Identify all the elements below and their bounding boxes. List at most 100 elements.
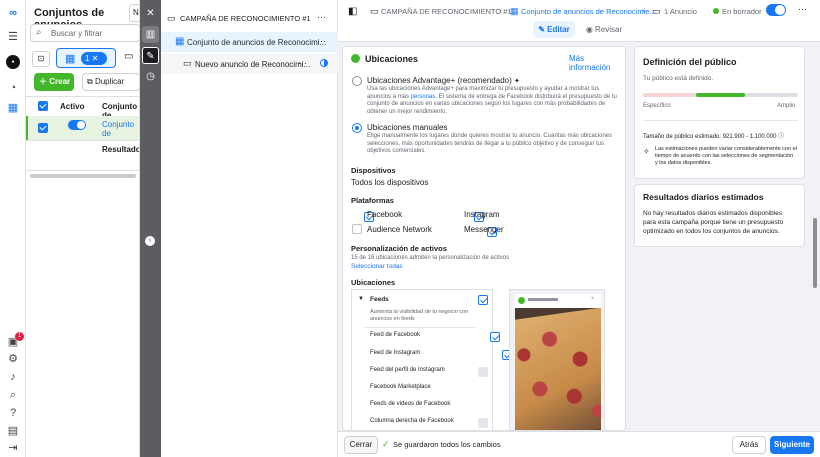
report-icon[interactable]: ▤: [6, 424, 20, 438]
feed-item-checkbox[interactable]: [490, 332, 501, 342]
feeds-desc: Aumenta la visibilidad de tu negocio con…: [370, 309, 469, 322]
status-half-icon: [320, 59, 328, 67]
feed-item-checkbox[interactable]: [478, 418, 488, 428]
more-options-icon[interactable]: ···: [317, 36, 326, 46]
selected-filter-chip[interactable]: ▦ 1 ✕: [56, 48, 116, 68]
help-icon[interactable]: ?: [6, 406, 20, 420]
left-rail: ∞ ☰ ● ◔ ▦ ▣ 1 ⚙ ♪ ⌕ ? ▤ ⇥: [0, 0, 26, 457]
chevron-right-icon: ›: [642, 6, 645, 15]
history-icon[interactable]: ◷: [142, 68, 159, 85]
collapse-icon[interactable]: ⇥: [6, 441, 20, 455]
review-tab[interactable]: ◉ Revisar: [582, 21, 626, 38]
platform-messenger-label: Messenger: [464, 225, 504, 234]
audience-gauge: [643, 93, 798, 97]
scroll-thumb[interactable]: [813, 218, 817, 288]
vertical-scrollbar[interactable]: [812, 46, 818, 431]
close-icon[interactable]: ✕: [142, 5, 159, 22]
search-icon[interactable]: ⌕: [6, 388, 20, 402]
devices-value[interactable]: Todos los dispositivos: [351, 178, 428, 187]
more-info-link[interactable]: Más información: [569, 54, 625, 72]
sidebar-toggle-icon[interactable]: ◧: [348, 6, 357, 17]
ad-preview[interactable]: ×: [509, 289, 605, 430]
grid-icon: ▦: [510, 6, 519, 16]
grid-icon: ▦: [175, 36, 185, 47]
more-options-icon[interactable]: ···: [317, 12, 326, 22]
create-button[interactable]: ＋ Crear: [34, 73, 74, 91]
platform-facebook-label: Facebook: [367, 210, 403, 219]
folder-icon: ▭: [370, 6, 379, 16]
more-options-icon[interactable]: ···: [298, 58, 307, 68]
view-toggle-button[interactable]: N: [129, 4, 139, 22]
audience-size: Tamaño de público estimado: 921.900 - 1.…: [643, 134, 785, 140]
avatar[interactable]: ●: [6, 55, 20, 69]
table-icon[interactable]: ▦: [6, 101, 20, 115]
placements-list: ▼ Feeds Aumenta la visibilidad de tu neg…: [351, 289, 537, 430]
calendar-icon[interactable]: ▭: [124, 51, 136, 65]
page-name-line: [528, 298, 558, 301]
audience-card: Definición del público Tu público está d…: [634, 46, 805, 179]
row-name-link[interactable]: Conjunto de: [102, 120, 139, 138]
caret-down-icon[interactable]: ▼: [358, 296, 364, 302]
col-active: Activo: [60, 102, 85, 111]
breadcrumb-adset[interactable]: Conjunto de anuncios de Reconocimie...: [521, 7, 656, 16]
feed-item-label: Feed del perfil de Instagram: [370, 367, 445, 373]
back-button[interactable]: Atrás: [732, 436, 766, 454]
campaign-tree: ▭ CAMPAÑA DE RECONOCIMIENTO #1 ··· ▦ Con…: [161, 0, 338, 457]
horizontal-scrollbar[interactable]: [30, 174, 136, 178]
select-all-link[interactable]: Seleccionar todas: [351, 263, 403, 270]
folder-button[interactable]: ⊡: [32, 51, 50, 67]
close-icon: ×: [591, 296, 595, 302]
advantage-radio[interactable]: [352, 76, 362, 86]
settings-icon[interactable]: ⚙: [6, 352, 20, 366]
adsets-panel: Conjuntos de anuncios N ⌕ Buscar y filtr…: [26, 0, 140, 457]
tree-campaign[interactable]: ▭ CAMPAÑA DE RECONOCIMIENTO #1 ···: [161, 10, 338, 28]
menu-icon[interactable]: ☰: [6, 30, 20, 44]
chevron-right-icon: ›: [499, 6, 502, 15]
duplicate-button[interactable]: ⧉ Duplicar: [82, 73, 139, 91]
more-options-icon[interactable]: ···: [798, 4, 807, 14]
preview-image: ×: [515, 294, 601, 430]
feed-item-label: Feed de Instagram: [370, 350, 421, 356]
info-icon[interactable]: ⓘ: [778, 134, 784, 140]
chart-icon[interactable]: ▥: [142, 26, 159, 43]
search-icon: ⌕: [36, 27, 42, 38]
collapse-panel-icon[interactable]: ‹: [145, 236, 155, 246]
platform-instagram-label: Instagram: [464, 210, 500, 219]
fig-tart-image: [515, 306, 601, 430]
ad-icon: ▭: [183, 58, 192, 68]
dashboard-icon[interactable]: ◔: [6, 81, 20, 95]
edit-pencil-icon[interactable]: ✎: [142, 47, 159, 64]
next-button[interactable]: Siguiente: [770, 436, 814, 454]
top-bar: ◧ ▭ CAMPAÑA DE RECONOCIMIENTO #1 › ▦ Con…: [338, 0, 820, 42]
tree-adset[interactable]: ▦ Conjunto de anuncios de Reconocimi... …: [161, 32, 338, 52]
manual-radio[interactable]: [352, 123, 362, 133]
edit-tab[interactable]: ✎ Editar: [533, 21, 575, 38]
daily-text: No hay resultados diarios estimados disp…: [643, 210, 784, 235]
placements-card: Ubicaciones Más información Ubicaciones …: [342, 46, 626, 431]
feed-item-label: Facebook Marketplace: [370, 384, 431, 390]
feed-item-checkbox[interactable]: [478, 367, 488, 377]
search-input[interactable]: ⌕ Buscar y filtrar: [30, 24, 139, 42]
publish-toggle[interactable]: [766, 4, 786, 16]
people-link[interactable]: personas: [411, 94, 436, 100]
table-row[interactable]: Conjunto de: [26, 116, 139, 140]
meta-logo-icon[interactable]: ∞: [6, 6, 20, 20]
check-icon: ✓: [382, 439, 390, 449]
check-circle-icon: [351, 54, 360, 63]
select-all-checkbox[interactable]: [38, 101, 48, 111]
manual-description: Elige manualmente los lugares donde quie…: [367, 133, 613, 154]
devices-label: Dispositivos: [351, 166, 396, 175]
bell-icon[interactable]: ♪: [6, 370, 20, 384]
tree-ad[interactable]: ▭ Nuevo anuncio de Reconocimi... ···: [161, 54, 338, 74]
breadcrumb-ad[interactable]: 1 Anuncio: [664, 7, 697, 16]
feeds-checkbox[interactable]: [478, 295, 488, 305]
grid-icon: ▦: [65, 53, 76, 65]
row-active-toggle[interactable]: [68, 120, 86, 130]
breadcrumb-campaign[interactable]: CAMPAÑA DE RECONOCIMIENTO #1: [381, 7, 512, 16]
row-checkbox[interactable]: [38, 123, 48, 133]
page-avatar: [518, 297, 525, 304]
platform-audience-network-checkbox[interactable]: [352, 224, 362, 234]
close-button[interactable]: Cerrar: [344, 436, 378, 454]
search-placeholder: Buscar y filtrar: [51, 29, 103, 38]
sparkle-icon: ✦: [514, 78, 520, 85]
